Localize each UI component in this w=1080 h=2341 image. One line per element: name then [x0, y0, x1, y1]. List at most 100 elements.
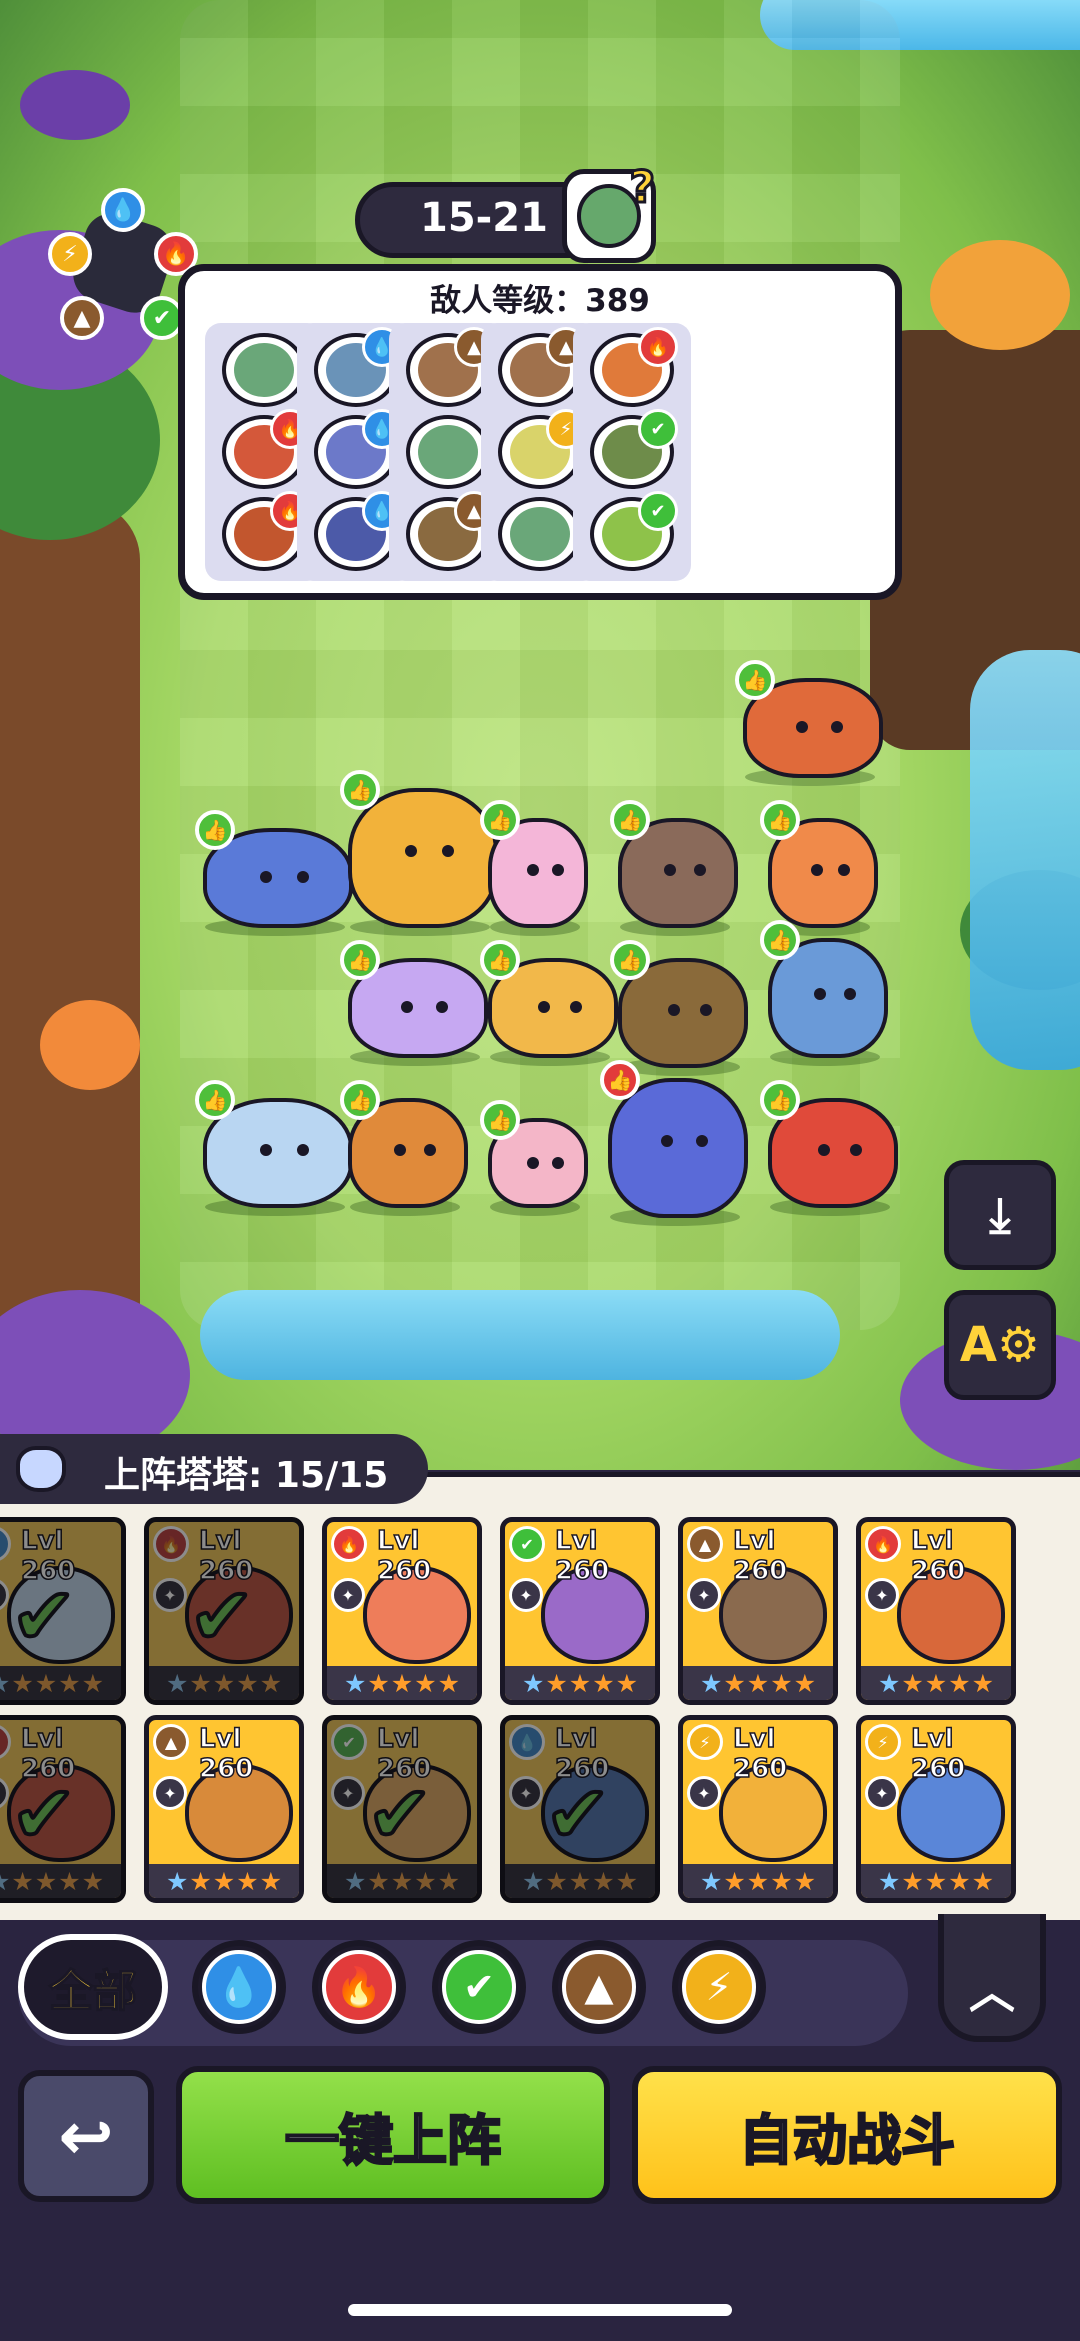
one-click-deploy-button[interactable]: 一键上阵 — [176, 2066, 610, 2204]
hero-unit[interactable]: 👍 — [735, 660, 891, 786]
filter-lightning-button[interactable]: ⚡ — [672, 1940, 766, 2034]
earth-icon: ▲ — [153, 1724, 189, 1760]
element-filter-bar: 全部 💧 🔥 ✔ ▲ ⚡ ︿ — [0, 1914, 1080, 2062]
thumbs-up-icon: 👍 — [610, 940, 650, 980]
water-icon: 💧 — [0, 1526, 11, 1562]
filter-water-button[interactable]: 💧 — [192, 1940, 286, 2034]
hero-unit[interactable]: 👍 — [760, 920, 896, 1066]
water-icon: 💧 — [101, 188, 145, 232]
tower-card[interactable]: ▲ Lvl 260 ✦ ★ ★ ★ ★ ★ — [144, 1715, 304, 1903]
star-icon: ★ — [746, 1668, 770, 1698]
star-icon: ★ — [343, 1866, 367, 1896]
enemy-wave: 🔥 ✔ ✔ — [573, 323, 691, 581]
hero-eye — [537, 1000, 550, 1013]
orange-flower — [930, 240, 1070, 350]
star-icon: ★ — [58, 1668, 81, 1698]
hero-unit[interactable]: 👍 — [195, 810, 361, 936]
star-icon: ★ — [924, 1866, 948, 1896]
star-icon: ★ — [259, 1668, 283, 1698]
return-arrow-icon: ↩ — [58, 2097, 114, 2175]
tower-card[interactable]: ⚡ Lvl 260 ✦ ★ ★ ★ ★ ★ — [856, 1715, 1016, 1903]
fire-icon: 🔥 — [865, 1526, 901, 1562]
auto-battle-button[interactable]: 自动战斗 — [632, 2066, 1062, 2204]
hero-unit[interactable]: 👍 — [480, 800, 596, 936]
star-icon: ★ — [877, 1668, 901, 1698]
filter-nature-button[interactable]: ✔ — [432, 1940, 526, 2034]
collapse-roster-button[interactable]: ︿ — [938, 1914, 1046, 2042]
hero-eye — [844, 987, 856, 1000]
download-button[interactable]: ⤓ — [944, 1160, 1056, 1270]
tower-card[interactable]: 🔥Lvl 260✦★★★★★✔ — [144, 1517, 304, 1705]
lightning-icon: ⚡ — [687, 1724, 723, 1760]
class-icon: ✦ — [153, 1578, 187, 1612]
star-rating: ★★★★★ — [149, 1666, 299, 1700]
tower-card[interactable]: 💧Lvl 260✦★★★★★✔ — [0, 1517, 126, 1705]
nature-icon: ✔ — [331, 1724, 367, 1760]
deployed-check-icon: ✔ — [9, 1768, 78, 1862]
hero-eye — [570, 1000, 582, 1013]
hero-eye — [394, 1144, 406, 1156]
auto-settings-button[interactable]: A⚙ — [944, 1290, 1056, 1400]
star-rating: ★★★★★ — [0, 1864, 121, 1898]
star-icon: ★ — [367, 1668, 390, 1698]
hero-eye — [442, 844, 454, 857]
enemy-waves-panel: 敌人等级：389 🔥 🔥 💧 💧 💧 ▲ ▲ ▲ ⚡ 🔥 ✔ ✔ — [178, 264, 902, 600]
hero-eye — [401, 1000, 413, 1013]
star-icon: ★ — [699, 1668, 723, 1698]
enemy-portrait: ▲ — [406, 491, 494, 571]
star-rating: ★★★★★ — [327, 1864, 477, 1898]
lightning-icon: ⚡ — [48, 232, 92, 276]
hero-eye — [696, 1134, 708, 1147]
hero-body — [608, 1078, 748, 1218]
hero-eye — [552, 1157, 564, 1169]
star-icon: ★ — [11, 1866, 34, 1896]
enemy-portrait: 🔥 — [590, 327, 678, 407]
hero-unit[interactable]: 👍 — [480, 1100, 596, 1216]
thumbs-up-icon: 👍 — [600, 1060, 640, 1100]
tower-card[interactable]: ⚡ Lvl 260 ✦ ★ ★ ★ ★ ★ — [678, 1715, 838, 1903]
tower-card[interactable]: ✔ Lvl 260 ✦ ★ ★ ★ ★ ★ ✔ — [322, 1715, 482, 1903]
hero-unit[interactable]: 👍 — [480, 940, 626, 1066]
back-button[interactable]: ↩ — [18, 2070, 154, 2202]
hero-unit[interactable]: 👍 — [195, 1080, 361, 1216]
hero-eye — [814, 987, 826, 1000]
thumbs-up-icon: 👍 — [480, 800, 520, 840]
star-icon: ★ — [521, 1668, 545, 1698]
filter-all-button[interactable]: 全部 — [18, 1934, 168, 2040]
hero-unit[interactable]: 👍 — [340, 1080, 476, 1216]
thumbs-up-icon: 👍 — [760, 1080, 800, 1120]
hero-unit[interactable]: 👍 — [760, 1080, 906, 1216]
class-icon: ✦ — [509, 1578, 543, 1612]
star-icon: ★ — [568, 1668, 592, 1698]
hero-unit[interactable]: 👍 — [610, 800, 746, 936]
hero-eye — [661, 1134, 673, 1147]
tower-card[interactable]: 🔥 Lvl 260 ✦ ★ ★ ★ ★ ★ — [322, 1517, 482, 1705]
hero-unit[interactable]: 👍 — [600, 1060, 756, 1226]
tower-card[interactable]: 🔥 Lvl 260 ✦ ★ ★ ★ ★ ★ — [856, 1517, 1016, 1705]
enemy-portrait: 💧 — [314, 327, 402, 407]
star-icon: ★ — [236, 1866, 259, 1896]
enemy-portrait: 🔥 — [222, 409, 310, 489]
fire-icon: 🔥 — [638, 327, 678, 367]
tower-card[interactable]: ✔ Lvl 260 ✦ ★ ★ ★ ★ ★ — [500, 1517, 660, 1705]
star-icon: ★ — [414, 1668, 437, 1698]
filter-earth-button[interactable]: ▲ — [552, 1940, 646, 2034]
tree-trunk — [0, 500, 140, 1400]
mushroom-cap — [20, 70, 130, 140]
tower-card[interactable]: 💧Lvl 260✦★★★★★✔ — [500, 1715, 660, 1903]
tower-card[interactable]: ▲ Lvl 260 ✦ ★ ★ ★ ★ ★ — [678, 1517, 838, 1705]
star-icon: ★ — [901, 1866, 924, 1896]
star-rating: ★★★★★ — [683, 1864, 833, 1898]
enemy-info-icon[interactable]: ? — [562, 161, 656, 263]
hero-unit[interactable]: 👍 — [610, 940, 756, 1076]
deployed-count: 上阵塔塔: 15/15 — [104, 1455, 389, 1496]
hero-eye — [817, 1144, 830, 1156]
card-level: Lvl 260 — [376, 1525, 432, 1587]
star-icon: ★ — [615, 1668, 639, 1698]
element-advantage-wheel: 💧 🔥 ✔ ▲ ⚡ — [48, 188, 198, 340]
hero-unit[interactable]: 👍 — [340, 940, 496, 1066]
star-icon: ★ — [723, 1866, 746, 1896]
tower-card[interactable]: 🔥Lvl 260✦★★★★★✔ — [0, 1715, 126, 1903]
filter-fire-button[interactable]: 🔥 — [312, 1940, 406, 2034]
hero-unit[interactable]: 👍 — [760, 800, 886, 936]
